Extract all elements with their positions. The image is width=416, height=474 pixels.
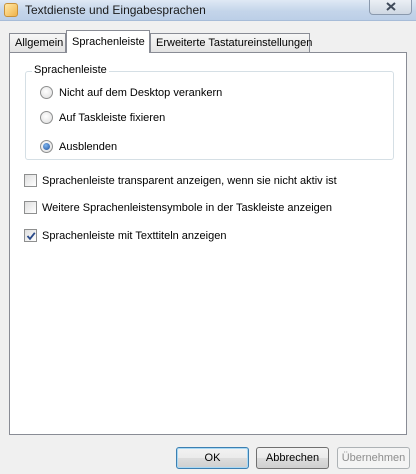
radio-hidden[interactable]: Ausblenden xyxy=(40,140,117,153)
checkbox[interactable] xyxy=(24,174,37,187)
tab-panel: Sprachenleiste Nicht auf dem Desktop ver… xyxy=(9,52,407,435)
checkbox-additional-icons[interactable]: Weitere Sprachenleistensymbole in der Ta… xyxy=(24,201,332,214)
checkbox-label: Weitere Sprachenleistensymbole in der Ta… xyxy=(42,201,333,214)
radio-label: Ausblenden xyxy=(59,140,118,153)
checkmark-icon xyxy=(26,232,36,241)
keyboard-settings-icon xyxy=(4,3,18,17)
tab-sprachenleiste[interactable]: Sprachenleiste xyxy=(66,30,150,53)
radio-button-selected[interactable] xyxy=(40,140,53,153)
checkbox-text-labels[interactable]: Sprachenleiste mit Texttiteln anzeigen xyxy=(24,229,226,242)
close-icon xyxy=(385,2,396,11)
title-bar[interactable]: Textdienste und Eingabesprachen xyxy=(0,0,416,21)
cancel-button[interactable]: Abbrechen xyxy=(256,447,329,469)
group-title: Sprachenleiste xyxy=(32,64,109,76)
tab-allgemein[interactable]: Allgemein xyxy=(9,33,66,52)
checkbox-checked[interactable] xyxy=(24,229,37,242)
window-title: Textdienste und Eingabesprachen xyxy=(25,3,206,17)
checkbox-transparent[interactable]: Sprachenleiste transparent anzeigen, wen… xyxy=(24,174,337,187)
radio-label: Nicht auf dem Desktop verankern xyxy=(59,86,223,99)
ok-button[interactable]: OK xyxy=(176,447,249,469)
checkbox[interactable] xyxy=(24,201,37,214)
radio-button[interactable] xyxy=(40,86,53,99)
checkbox-label: Sprachenleiste transparent anzeigen, wen… xyxy=(42,174,337,187)
radio-button[interactable] xyxy=(40,111,53,124)
radio-docked-taskbar[interactable]: Auf Taskleiste fixieren xyxy=(40,111,165,124)
radio-not-docked[interactable]: Nicht auf dem Desktop verankern xyxy=(40,86,222,99)
checkbox-label: Sprachenleiste mit Texttiteln anzeigen xyxy=(42,229,227,242)
language-bar-group: Sprachenleiste Nicht auf dem Desktop ver… xyxy=(25,64,394,160)
apply-button[interactable]: Übernehmen xyxy=(337,447,410,469)
close-button[interactable] xyxy=(369,0,412,15)
tab-erweiterte-tastatureinstellungen[interactable]: Erweiterte Tastatureinstellungen xyxy=(150,33,312,52)
radio-label: Auf Taskleiste fixieren xyxy=(59,111,166,124)
